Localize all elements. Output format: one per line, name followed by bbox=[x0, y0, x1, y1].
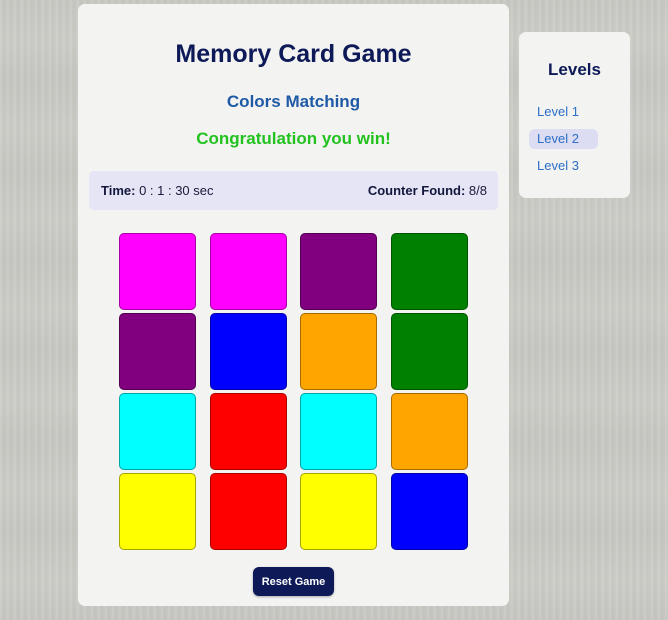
memory-card[interactable] bbox=[210, 313, 287, 390]
level-1-link[interactable]: Level 1 bbox=[529, 102, 598, 122]
time-label: Time: bbox=[101, 183, 136, 198]
memory-card[interactable] bbox=[119, 313, 196, 390]
game-subtitle: Colors Matching bbox=[226, 92, 361, 111]
level-2-link[interactable]: Level 2 bbox=[529, 129, 598, 149]
timer: Time: 0 : 1 : 30 sec bbox=[101, 183, 214, 198]
memory-card[interactable] bbox=[119, 393, 196, 470]
counter-label: Counter Found: bbox=[367, 183, 466, 198]
reset-game-button[interactable]: Reset Game bbox=[253, 567, 334, 596]
memory-card[interactable] bbox=[391, 233, 468, 310]
time-value: 0 : 1 : 30 sec bbox=[139, 183, 214, 198]
memory-card[interactable] bbox=[210, 393, 287, 470]
memory-card[interactable] bbox=[300, 313, 377, 390]
memory-card[interactable] bbox=[210, 233, 287, 310]
card-board bbox=[119, 233, 468, 551]
game-panel: Memory Card Game Colors Matching Congrat… bbox=[78, 4, 509, 606]
memory-card[interactable] bbox=[391, 473, 468, 550]
win-message: Congratulation you win! bbox=[196, 129, 391, 148]
counter-value: 8/8 bbox=[468, 183, 487, 198]
memory-card[interactable] bbox=[391, 393, 468, 470]
memory-card[interactable] bbox=[119, 233, 196, 310]
memory-card[interactable] bbox=[300, 233, 377, 310]
levels-title: Levels bbox=[548, 60, 601, 79]
memory-card[interactable] bbox=[391, 313, 468, 390]
game-title: Memory Card Game bbox=[175, 40, 412, 68]
memory-card[interactable] bbox=[119, 473, 196, 550]
counter: Counter Found: 8/8 bbox=[368, 183, 487, 198]
memory-card[interactable] bbox=[300, 393, 377, 470]
memory-card[interactable] bbox=[300, 473, 377, 550]
stats-bar: Time: 0 : 1 : 30 sec Counter Found: 8/8 bbox=[89, 171, 498, 210]
levels-panel: Levels Level 1 Level 2 Level 3 bbox=[519, 32, 630, 198]
memory-card[interactable] bbox=[210, 473, 287, 550]
level-3-link[interactable]: Level 3 bbox=[529, 156, 598, 176]
